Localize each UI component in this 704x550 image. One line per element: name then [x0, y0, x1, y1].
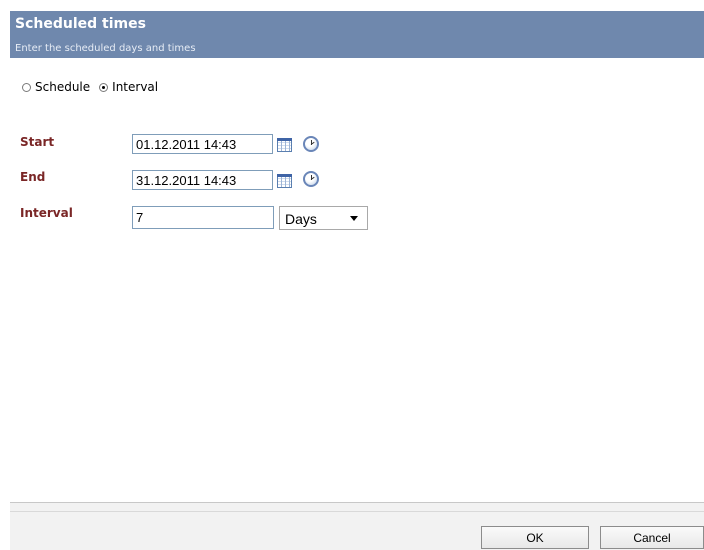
schedule-radio-label[interactable]: Schedule: [35, 80, 90, 94]
start-label: Start: [20, 135, 55, 149]
start-date-input[interactable]: [132, 134, 273, 154]
chevron-down-icon: [350, 216, 358, 221]
dialog-subtitle: Enter the scheduled days and times: [15, 43, 196, 54]
end-clock-icon[interactable]: [303, 171, 319, 187]
end-date-input[interactable]: [132, 170, 273, 190]
interval-label: Interval: [20, 206, 73, 220]
dialog-title: Scheduled times: [15, 16, 146, 32]
interval-unit-value: Days: [285, 211, 317, 227]
interval-radio-label[interactable]: Interval: [112, 80, 158, 94]
end-calendar-icon[interactable]: [277, 174, 292, 188]
cancel-button[interactable]: Cancel: [600, 526, 704, 549]
dialog-header: Scheduled times Enter the scheduled days…: [10, 11, 704, 58]
mode-radio-group: Schedule Interval: [22, 80, 167, 94]
schedule-radio[interactable]: [22, 82, 31, 92]
ok-button[interactable]: OK: [481, 526, 589, 549]
interval-value-input[interactable]: [132, 206, 274, 229]
start-clock-icon[interactable]: [303, 136, 319, 152]
end-label: End: [20, 170, 46, 184]
interval-unit-select[interactable]: Days: [279, 206, 368, 230]
start-calendar-icon[interactable]: [277, 138, 292, 152]
interval-radio[interactable]: [99, 82, 109, 92]
